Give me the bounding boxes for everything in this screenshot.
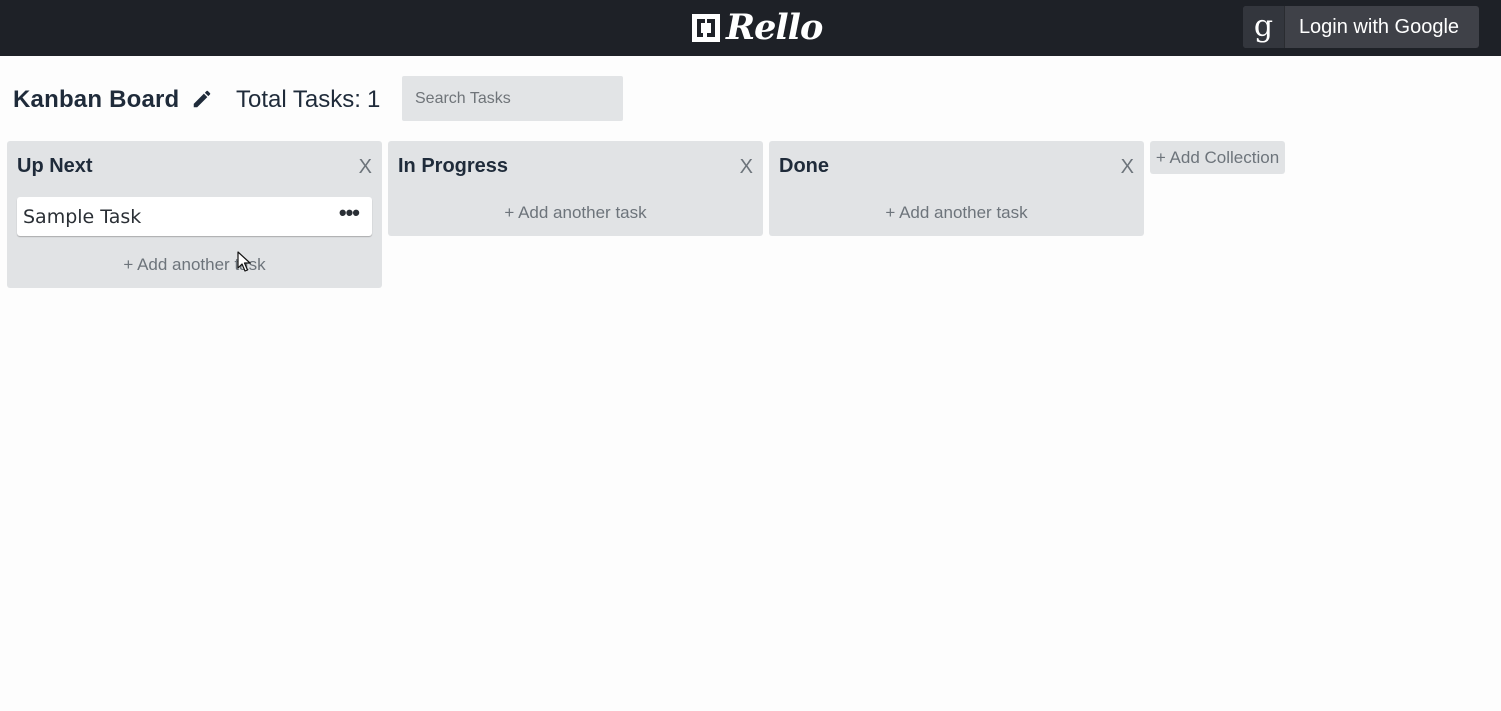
- board-title[interactable]: Kanban Board: [13, 86, 179, 114]
- login-button-label: Login with Google: [1298, 15, 1460, 38]
- column-title[interactable]: Done: [779, 155, 829, 178]
- task-title: Sample Task: [23, 206, 142, 228]
- google-g-icon: g: [1243, 6, 1285, 48]
- pencil-icon[interactable]: [191, 88, 213, 110]
- add-task-button[interactable]: + Add another task: [7, 255, 382, 275]
- total-tasks-label: Total Tasks:: [236, 86, 361, 113]
- brand-logo[interactable]: Rello: [690, 6, 823, 50]
- total-tasks-count: 1: [366, 86, 381, 113]
- add-task-button[interactable]: + Add another task: [769, 203, 1144, 223]
- delete-column-button[interactable]: X: [740, 155, 753, 179]
- add-collection-button[interactable]: + Add Collection: [1150, 141, 1285, 174]
- column-title[interactable]: Up Next: [17, 155, 93, 178]
- task-menu-icon[interactable]: •••: [339, 201, 360, 225]
- login-with-google-button[interactable]: g Login with Google: [1243, 6, 1479, 48]
- column-done: Done X + Add another task: [769, 141, 1144, 236]
- add-task-button[interactable]: + Add another task: [388, 203, 763, 223]
- column-up-next: Up Next X Sample Task ••• + Add another …: [7, 141, 382, 288]
- brand-name: Rello: [726, 7, 823, 48]
- delete-column-button[interactable]: X: [1121, 155, 1134, 179]
- column-in-progress: In Progress X + Add another task: [388, 141, 763, 236]
- top-bar: Rello g Login with Google: [0, 0, 1501, 56]
- total-tasks: Total Tasks: 1: [236, 86, 380, 114]
- task-card[interactable]: Sample Task •••: [17, 197, 372, 236]
- rello-logo-icon: [692, 14, 720, 42]
- search-tasks-input[interactable]: [402, 76, 623, 121]
- delete-column-button[interactable]: X: [359, 155, 372, 179]
- column-title[interactable]: In Progress: [398, 155, 508, 178]
